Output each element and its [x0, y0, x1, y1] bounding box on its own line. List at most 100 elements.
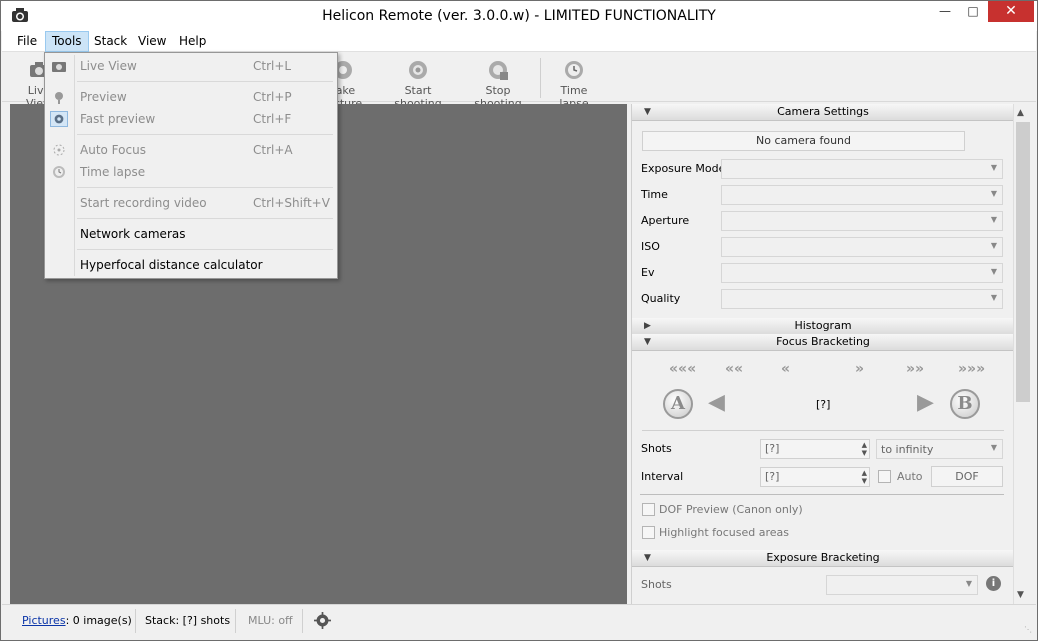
info-icon[interactable]: i	[986, 576, 1001, 591]
ev-label: Ev	[641, 266, 655, 279]
iso-select[interactable]: ▼	[721, 237, 1003, 257]
resize-grip-icon[interactable]: ⋱	[1024, 625, 1032, 634]
divider	[640, 494, 1004, 495]
exposure-shots-label: Shots	[641, 578, 672, 591]
arrow-left-icon[interactable]: ◀	[708, 390, 725, 415]
status-separator	[135, 609, 136, 633]
tools-menu: Live View Ctrl+L Preview Ctrl+P Fast pre…	[44, 52, 338, 279]
step-forward-medium-button[interactable]: »»	[906, 361, 924, 377]
menu-stack[interactable]: Stack	[88, 31, 133, 52]
step-forward-large-button[interactable]: »»»	[958, 361, 985, 377]
fast-preview-icon	[50, 111, 68, 127]
chevron-down-icon: ▼	[965, 579, 972, 588]
gear-icon[interactable]	[314, 612, 331, 629]
collapse-icon: ▼	[644, 337, 651, 347]
time-lapse-button[interactable]: Time lapse	[546, 58, 602, 110]
chevron-down-icon: ▼	[990, 163, 997, 172]
chevron-down-icon: ▼	[990, 189, 997, 198]
camera-settings-header[interactable]: ▼ Camera Settings	[632, 104, 1014, 121]
ev-select[interactable]: ▼	[721, 263, 1003, 283]
clock-icon	[565, 61, 583, 79]
menu-file[interactable]: File	[11, 31, 43, 52]
menu-network-cameras[interactable]: Network cameras	[45, 223, 337, 245]
menu-separator	[77, 134, 333, 135]
window-title: Helicon Remote (ver. 3.0.0.w) - LIMITED …	[322, 8, 716, 24]
close-button[interactable]: ✕	[988, 1, 1034, 22]
shots-label: Shots	[641, 442, 672, 455]
set-point-b-button[interactable]: B	[950, 389, 980, 419]
step-back-large-button[interactable]: «««	[669, 361, 696, 377]
time-select[interactable]: ▼	[721, 185, 1003, 205]
dof-preview-label: DOF Preview (Canon only)	[659, 503, 803, 516]
menu-view[interactable]: View	[132, 31, 172, 52]
toolbar-separator	[540, 58, 541, 98]
menu-time-lapse[interactable]: Time lapse	[45, 161, 337, 183]
histogram-header[interactable]: ▶ Histogram	[632, 318, 1014, 335]
arrow-right-icon[interactable]: ▶	[917, 390, 934, 415]
step-forward-small-button[interactable]: »	[855, 361, 864, 377]
settings-panel: ▼ Camera Settings No camera found Exposu…	[631, 104, 1031, 604]
status-separator	[302, 609, 303, 633]
panel-scrollbar[interactable]: ▲ ▼	[1013, 104, 1031, 604]
clock-icon	[53, 166, 65, 178]
start-shooting-button[interactable]: Start shooting	[380, 58, 456, 110]
set-point-a-button[interactable]: A	[663, 389, 693, 419]
highlight-checkbox[interactable]	[642, 526, 655, 539]
pictures-link[interactable]: Pictures	[22, 614, 66, 627]
dof-button[interactable]: DOF	[931, 466, 1003, 487]
exposure-shots-select[interactable]: ▼	[826, 575, 978, 595]
menu-bar: File Tools Stack View Help	[2, 31, 1036, 52]
menu-help[interactable]: Help	[173, 31, 212, 52]
exposure-mode-select[interactable]: ▼	[721, 159, 1003, 179]
stack-status: Stack: [?] shots	[145, 614, 231, 627]
dof-preview-checkbox[interactable]	[642, 503, 655, 516]
spin-arrows-icon[interactable]: ▲ ▼	[862, 441, 867, 457]
menu-separator	[77, 249, 333, 250]
menu-tools[interactable]: Tools	[45, 31, 89, 52]
app-window: Helicon Remote (ver. 3.0.0.w) - LIMITED …	[0, 0, 1038, 641]
menu-auto-focus[interactable]: Auto Focus Ctrl+A	[45, 139, 337, 161]
step-back-medium-button[interactable]: ««	[725, 361, 743, 377]
quality-label: Quality	[641, 292, 681, 305]
exposure-bracketing-header[interactable]: ▼ Exposure Bracketing	[632, 550, 1014, 567]
menu-separator	[77, 81, 333, 82]
menu-preview[interactable]: Preview Ctrl+P	[45, 86, 337, 108]
time-label: Time	[641, 188, 668, 201]
iso-label: ISO	[641, 240, 660, 253]
interval-spinbox[interactable]: [?] ▲ ▼	[760, 467, 870, 487]
scroll-up-icon[interactable]: ▲	[1017, 108, 1024, 118]
chevron-down-icon: ▼	[990, 215, 997, 224]
mlu-status: MLU: off	[248, 614, 293, 627]
maximize-button[interactable]: □	[959, 1, 987, 22]
menu-separator	[77, 187, 333, 188]
collapse-icon: ▼	[644, 107, 651, 117]
autofocus-icon	[53, 144, 65, 156]
step-back-small-button[interactable]: «	[781, 361, 790, 377]
menu-live-view[interactable]: Live View Ctrl+L	[45, 55, 337, 77]
stop-gear-icon	[489, 61, 508, 80]
scroll-thumb[interactable]	[1016, 122, 1030, 402]
shots-spinbox[interactable]: [?] ▲ ▼	[760, 439, 870, 459]
aperture-select[interactable]: ▼	[721, 211, 1003, 231]
quality-select[interactable]: ▼	[721, 289, 1003, 309]
focus-bracketing-header[interactable]: ▼ Focus Bracketing	[632, 334, 1014, 351]
focus-slider-track[interactable]	[642, 430, 1004, 431]
interval-label: Interval	[641, 470, 684, 483]
gear-icon	[409, 61, 427, 79]
collapse-icon: ▼	[644, 553, 651, 563]
menu-hyperfocal-calculator[interactable]: Hyperfocal distance calculator	[45, 254, 337, 276]
chevron-down-icon: ▼	[990, 443, 997, 452]
status-separator	[235, 609, 236, 633]
expand-icon: ▶	[644, 321, 651, 331]
status-bar: Pictures: 0 image(s) Stack: [?] shots ML…	[2, 604, 1036, 637]
menu-fast-preview[interactable]: Fast preview Ctrl+F	[45, 108, 337, 130]
title-bar: Helicon Remote (ver. 3.0.0.w) - LIMITED …	[1, 1, 1037, 31]
minimize-button[interactable]: —	[931, 1, 959, 22]
range-select[interactable]: to infinity ▼	[876, 439, 1003, 459]
menu-start-recording-video[interactable]: Start recording video Ctrl+Shift+V	[45, 192, 337, 214]
focus-position: [?]	[816, 398, 831, 411]
auto-checkbox[interactable]	[878, 470, 891, 483]
spin-arrows-icon[interactable]: ▲ ▼	[862, 469, 867, 485]
scroll-down-icon[interactable]: ▼	[1017, 590, 1024, 600]
stop-shooting-button[interactable]: Stop shooting	[461, 58, 535, 110]
